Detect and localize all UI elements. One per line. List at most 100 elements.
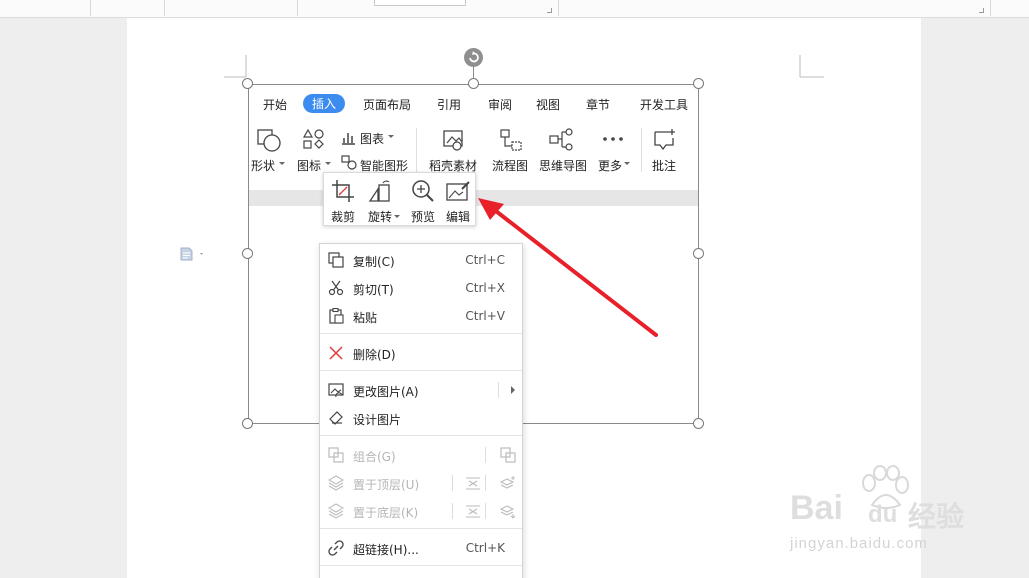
menu-item-separator (485, 475, 486, 491)
menu-item-hyperlink[interactable]: 超链接(H)... Ctrl+K (320, 535, 522, 561)
rotate-handle-icon[interactable] (464, 48, 483, 67)
document-icon[interactable] (180, 247, 206, 261)
crop-label: 裁剪 (330, 210, 355, 224)
cut-icon (328, 280, 344, 296)
watermark-brand: Bai (790, 489, 843, 527)
resize-handle-top-left[interactable] (242, 78, 253, 89)
delete-icon (329, 346, 343, 360)
icon-library-icon (302, 128, 324, 149)
resize-handle-right[interactable] (693, 248, 704, 259)
shape-icon (257, 129, 281, 152)
preview-label: 预览 (410, 210, 435, 224)
menu-item-separator (485, 447, 486, 463)
submenu-arrow-icon (511, 386, 515, 394)
menu-item-separator (452, 503, 453, 519)
watermark-cn: 经验 (908, 500, 965, 533)
menu-item-shortcut: Ctrl+K (465, 541, 505, 555)
copy-icon (328, 252, 344, 268)
toolbar-separator (90, 0, 91, 16)
submenu-separator (498, 382, 499, 398)
toolbar-separator (990, 0, 991, 16)
tab-review: 审阅 (488, 98, 513, 112)
toolbar-separator (558, 0, 559, 16)
menu-item-label: 置于底层(K) (353, 506, 419, 520)
menu-item-label: 粘贴 (353, 311, 378, 325)
more-dots-icon (603, 137, 623, 141)
ribbon-tab-bar: 开始 插入 页面布局 引用 审阅 视图 章节 开发工具 (248, 92, 699, 116)
watermark-brand-2: du (868, 501, 898, 528)
crop-mark-top-right (799, 55, 824, 78)
shape-label: 形状 (251, 159, 276, 173)
crop-icon (332, 180, 354, 202)
annotation-arrow-icon (478, 198, 658, 337)
crop-mark-top-left (224, 55, 247, 78)
menu-separator (320, 565, 522, 566)
preview-button[interactable]: 预览 (405, 177, 441, 224)
group-launcher-icon[interactable] (547, 8, 552, 13)
preview-zoom-icon (412, 180, 434, 202)
top-toolbar-strip (0, 0, 1029, 18)
menu-item-group: 组合(G) (320, 442, 522, 468)
menu-separator (320, 528, 522, 529)
icon-label: 图标 (297, 159, 322, 173)
docer-material-icon (443, 130, 463, 151)
watermark-url: jingyan.baidu.com (790, 535, 928, 552)
rotation-stem (473, 66, 474, 78)
menu-item-send-to-back: 置于底层(K) (320, 498, 522, 524)
rotate-button[interactable]: 旋转 (362, 177, 400, 224)
chart-icon (342, 133, 355, 145)
align-icon (466, 477, 480, 490)
group-icon (500, 447, 516, 463)
menu-item-label: 超链接(H)... (353, 543, 419, 557)
menu-item-label: 设计图片 (353, 413, 402, 427)
menu-item-separator (452, 475, 453, 491)
tab-developer: 开发工具 (640, 98, 689, 112)
chevron-down-icon (388, 135, 394, 138)
more-label: 更多 (598, 159, 623, 173)
menu-item-change-picture[interactable]: 更改图片(A) (320, 377, 522, 403)
menu-item-label: 置于顶层(U) (353, 478, 420, 492)
bring-to-front-icon (328, 475, 344, 491)
resize-handle-bottom-left[interactable] (242, 418, 253, 429)
change-picture-icon (328, 383, 344, 398)
comment-label: 批注 (652, 159, 677, 173)
resize-handle-top-right[interactable] (693, 78, 704, 89)
menu-item-design-picture[interactable]: 设计图片 (320, 405, 522, 431)
menu-separator (320, 370, 522, 371)
crop-button[interactable]: 裁剪 (325, 177, 361, 224)
chevron-down-icon (624, 162, 630, 165)
menu-item-label: 删除(D) (353, 348, 396, 362)
tab-home: 开始 (263, 98, 288, 112)
menu-separator (320, 435, 522, 436)
mindmap-icon (549, 128, 573, 151)
toolbar-combo-box[interactable] (374, 0, 466, 6)
flowchart-icon (500, 129, 522, 151)
edit-picture-icon (446, 181, 470, 201)
comment-icon (654, 129, 675, 151)
rotate-icon (368, 180, 390, 202)
tab-view: 视图 (536, 98, 561, 112)
group-launcher-icon[interactable] (979, 8, 984, 13)
tab-chapter: 章节 (586, 98, 611, 112)
ribbon-separator (641, 128, 642, 172)
align-icon (466, 505, 480, 518)
menu-item-label: 剪切(T) (353, 283, 394, 297)
menu-item-bring-to-front: 置于顶层(U) (320, 470, 522, 496)
resize-handle-left[interactable] (242, 248, 253, 259)
menu-item-label: 更改图片(A) (353, 385, 419, 399)
chevron-down-icon (279, 162, 285, 165)
toolbar-separator (164, 0, 165, 16)
mindmap-label: 思维导图 (539, 159, 588, 173)
picture-mini-toolbar: 裁剪 旋转 预览 编辑 (323, 172, 476, 226)
resize-handle-bottom-right[interactable] (693, 418, 704, 429)
send-to-back-icon (328, 503, 344, 519)
chevron-down-icon (394, 215, 400, 218)
tab-insert: 插入 (303, 94, 346, 113)
menu-item-label: 复制(C) (353, 255, 395, 269)
bring-to-front-icon (500, 476, 515, 489)
design-picture-icon (329, 411, 343, 425)
baidu-watermark: Bai du 经验 jingyan.baidu.com (790, 465, 990, 555)
flowchart-label: 流程图 (492, 159, 529, 173)
resize-handle-top[interactable] (468, 78, 479, 89)
smartart-icon (341, 155, 357, 170)
